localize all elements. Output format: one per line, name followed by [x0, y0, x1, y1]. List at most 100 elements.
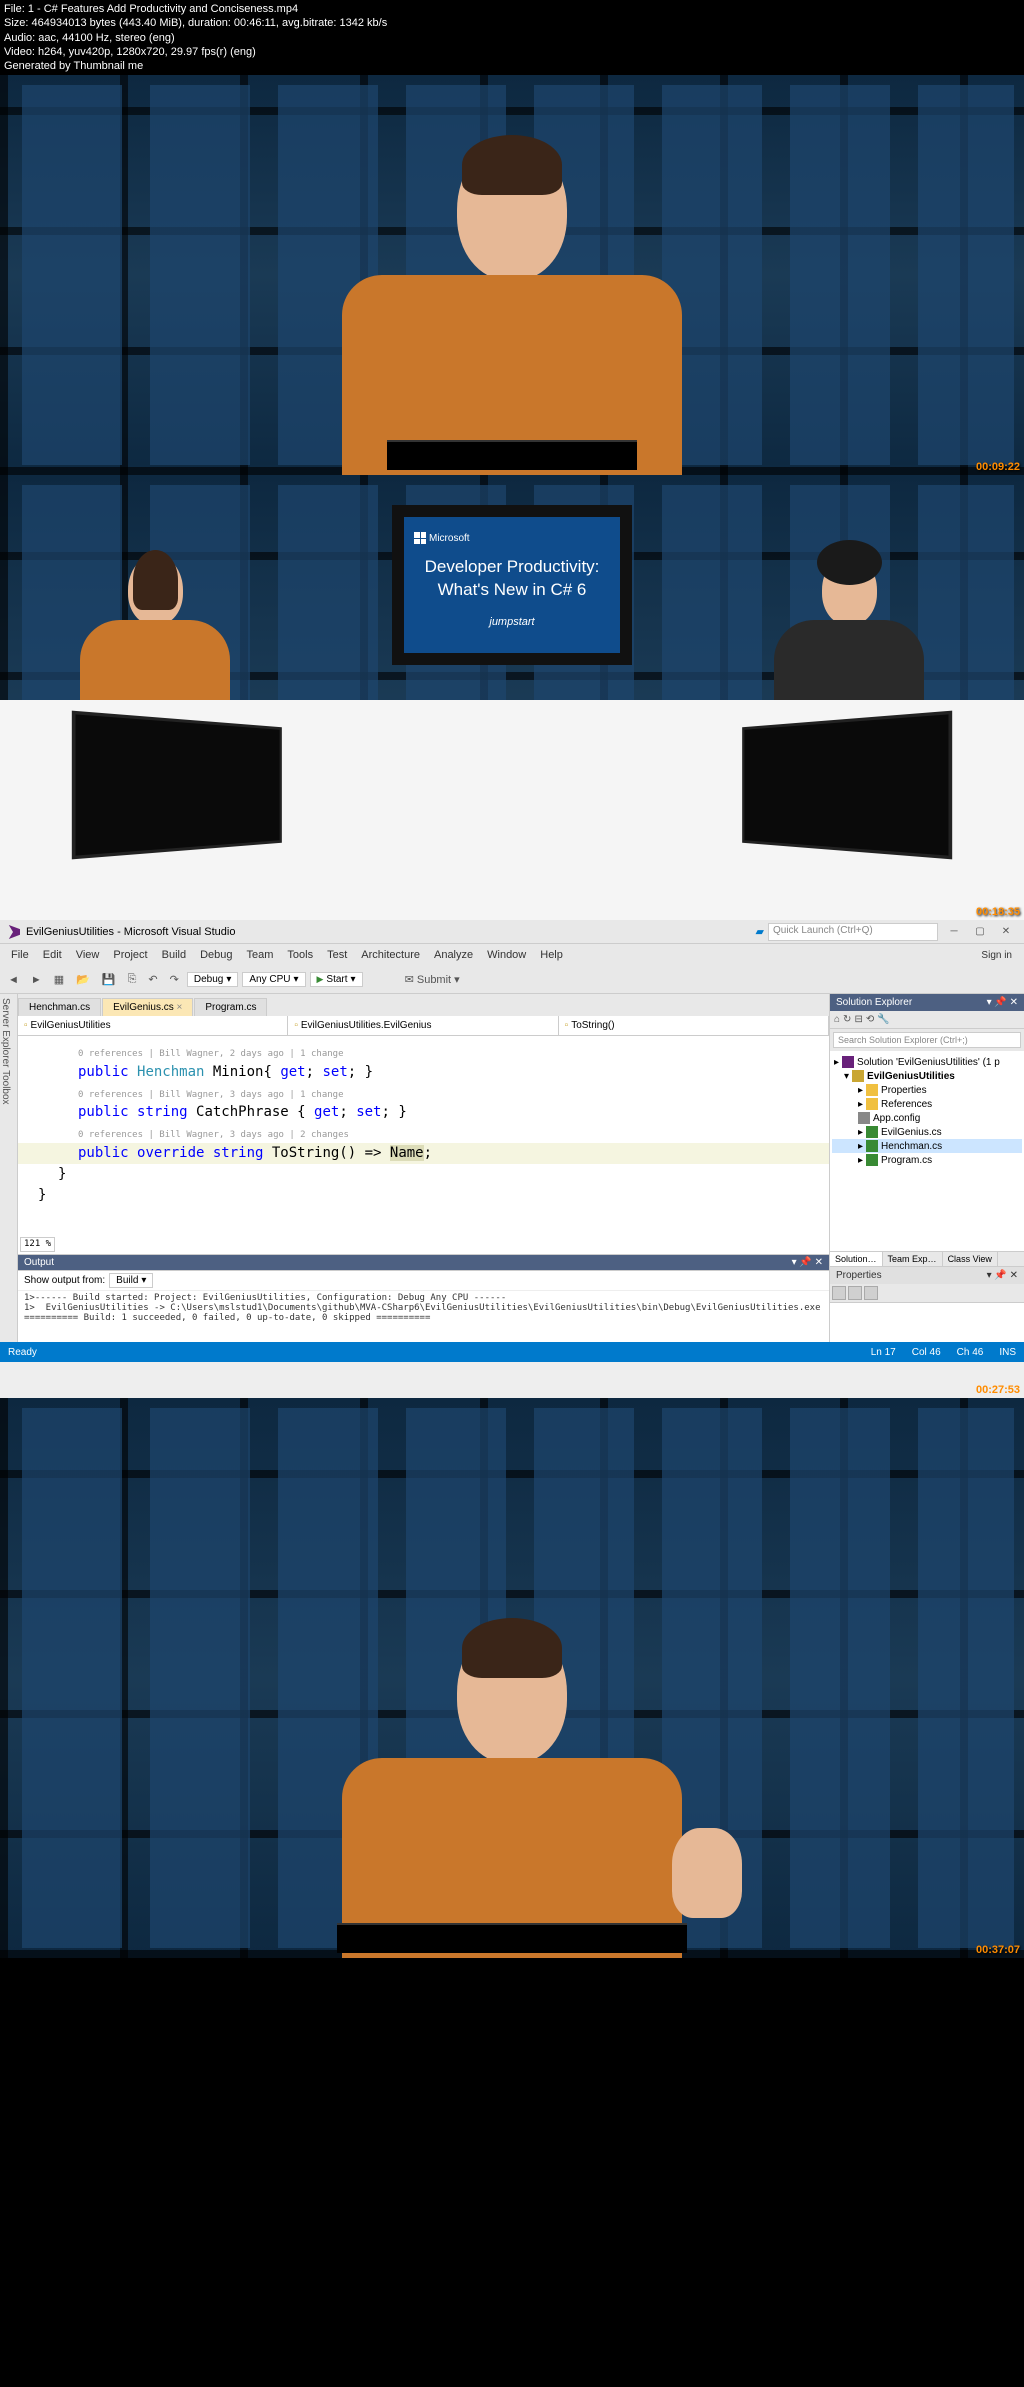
- tree-program-cs[interactable]: ▸Program.cs: [832, 1153, 1022, 1167]
- tree-project[interactable]: ▾EvilGeniusUtilities: [832, 1069, 1022, 1083]
- codelens-3[interactable]: 0 references | Bill Wagner, 3 days ago |…: [78, 1129, 809, 1143]
- document-tabs: Henchman.cs EvilGenius.cs Program.cs: [18, 994, 829, 1016]
- vs-statusbar: Ready Ln 17 Col 46 Ch 46 INS: [0, 1342, 1024, 1362]
- menu-project[interactable]: Project: [106, 947, 154, 963]
- output-title: Output: [24, 1257, 54, 1268]
- status-line: Ln 17: [871, 1347, 896, 1358]
- menu-help[interactable]: Help: [533, 947, 570, 963]
- meta-file: File: 1 - C# Features Add Productivity a…: [4, 2, 1020, 16]
- tree-properties[interactable]: ▸Properties: [832, 1083, 1022, 1097]
- notification-icon[interactable]: ▰: [756, 925, 764, 938]
- code-line-catchphrase: public string CatchPhrase { get; set; }: [78, 1102, 809, 1123]
- output-pin-icon[interactable]: ▾ 📌 ✕: [792, 1257, 823, 1268]
- editor-nav-bar: EvilGeniusUtilities EvilGeniusUtilities.…: [18, 1016, 829, 1036]
- open-file-button[interactable]: 📂: [72, 971, 94, 988]
- thumbnail-frame-1: 00:09:22: [0, 75, 1024, 475]
- nav-project-dropdown[interactable]: EvilGeniusUtilities: [18, 1016, 288, 1035]
- save-button[interactable]: 💾: [98, 971, 120, 988]
- left-tool-strip[interactable]: Server Explorer Toolbox: [0, 994, 18, 1342]
- new-project-button[interactable]: ▦: [50, 971, 68, 988]
- tab-solution-explorer[interactable]: Solution…: [830, 1252, 883, 1266]
- thumbnail-frame-4: 00:37:07: [0, 1398, 1024, 1958]
- undo-button[interactable]: ↶: [144, 971, 161, 988]
- menu-edit[interactable]: Edit: [36, 947, 69, 963]
- start-debug-button[interactable]: Start▾: [310, 972, 363, 987]
- output-source-dropdown[interactable]: Build ▾: [109, 1273, 153, 1288]
- sln-props-icon[interactable]: 🔧: [877, 1014, 889, 1025]
- vs-menubar: File Edit View Project Build Debug Team …: [0, 944, 1024, 966]
- menu-analyze[interactable]: Analyze: [427, 947, 480, 963]
- tab-evilgenius-active[interactable]: EvilGenius.cs: [102, 998, 193, 1016]
- solution-tree[interactable]: ▸Solution 'EvilGeniusUtilities' (1 p ▾Ev…: [830, 1051, 1024, 1251]
- menu-team[interactable]: Team: [240, 947, 281, 963]
- sln-home-icon[interactable]: ⌂: [834, 1014, 840, 1025]
- properties-body[interactable]: [830, 1302, 1024, 1342]
- properties-panel: Properties ▾ 📌 ✕: [830, 1266, 1024, 1342]
- presentation-footer: jumpstart: [414, 616, 610, 628]
- config-dropdown[interactable]: Debug▾: [187, 972, 239, 987]
- solution-explorer-header[interactable]: Solution Explorer ▾ 📌 ✕: [830, 994, 1024, 1011]
- menu-view[interactable]: View: [69, 947, 107, 963]
- menu-window[interactable]: Window: [480, 947, 533, 963]
- file-metadata: File: 1 - C# Features Add Productivity a…: [0, 0, 1024, 75]
- minimize-button[interactable]: ─: [942, 923, 966, 941]
- menu-architecture[interactable]: Architecture: [354, 947, 427, 963]
- codelens-1[interactable]: 0 references | Bill Wagner, 2 days ago |…: [78, 1048, 809, 1062]
- properties-title: Properties: [836, 1270, 882, 1281]
- output-text[interactable]: 1>------ Build started: Project: EvilGen…: [18, 1291, 829, 1342]
- menu-tools[interactable]: Tools: [280, 947, 320, 963]
- submit-button[interactable]: ✉ Submit ▾: [401, 971, 464, 988]
- code-editor[interactable]: 0 references | Bill Wagner, 2 days ago |…: [18, 1036, 829, 1254]
- presenter-figure: [342, 140, 682, 475]
- tab-class-view[interactable]: Class View: [943, 1252, 998, 1266]
- tree-references[interactable]: ▸References: [832, 1097, 1022, 1111]
- menu-items: File Edit View Project Build Debug Team …: [4, 947, 570, 963]
- tree-appconfig[interactable]: App.config: [832, 1111, 1022, 1125]
- code-brace-close-1: }: [58, 1164, 809, 1185]
- sign-in-link[interactable]: Sign in: [981, 950, 1020, 961]
- sln-collapse-icon[interactable]: ⊟: [854, 1014, 862, 1025]
- solution-search-input[interactable]: Search Solution Explorer (Ctrl+;): [833, 1032, 1021, 1048]
- save-all-button[interactable]: ⎘: [124, 971, 141, 988]
- zoom-level[interactable]: 121 %: [20, 1237, 55, 1253]
- right-panel-tabs: Solution… Team Exp… Class View: [830, 1251, 1024, 1266]
- desk-monitor-right: [742, 711, 952, 860]
- editor-area: Henchman.cs EvilGenius.cs Program.cs Evi…: [18, 994, 829, 1342]
- thumbnail-frame-3-visualstudio: EvilGeniusUtilities - Microsoft Visual S…: [0, 920, 1024, 1398]
- menu-test[interactable]: Test: [320, 947, 354, 963]
- properties-toolbar: [830, 1284, 1024, 1302]
- close-button[interactable]: ✕: [994, 923, 1018, 941]
- tree-henchman-cs[interactable]: ▸Henchman.cs: [832, 1139, 1022, 1153]
- sln-sync-icon[interactable]: ⟲: [866, 1014, 874, 1025]
- status-col: Col 46: [912, 1347, 941, 1358]
- vs-titlebar[interactable]: EvilGeniusUtilities - Microsoft Visual S…: [0, 920, 1024, 944]
- tab-team-explorer[interactable]: Team Exp…: [883, 1252, 943, 1266]
- desk-monitor-left: [72, 711, 282, 860]
- presentation-title-line2: What's New in C# 6: [414, 579, 610, 601]
- menu-file[interactable]: File: [4, 947, 36, 963]
- code-line-tostring: public override string ToString() => Nam…: [18, 1143, 829, 1164]
- frame-timestamp: 00:27:53: [976, 1384, 1020, 1396]
- thumbnail-frame-2: Microsoft Developer Productivity: What's…: [0, 475, 1024, 920]
- menu-build[interactable]: Build: [155, 947, 193, 963]
- window-title: EvilGeniusUtilities - Microsoft Visual S…: [26, 926, 235, 938]
- redo-button[interactable]: ↷: [166, 971, 183, 988]
- tree-solution-root[interactable]: ▸Solution 'EvilGeniusUtilities' (1 p: [832, 1055, 1022, 1069]
- nav-back-button[interactable]: ◄: [4, 972, 23, 988]
- tree-evilgenius-cs[interactable]: ▸EvilGenius.cs: [832, 1125, 1022, 1139]
- platform-dropdown[interactable]: Any CPU▾: [242, 972, 305, 987]
- nav-class-dropdown[interactable]: EvilGeniusUtilities.EvilGenius: [288, 1016, 558, 1035]
- tab-henchman[interactable]: Henchman.cs: [18, 998, 101, 1016]
- codelens-2[interactable]: 0 references | Bill Wagner, 3 days ago |…: [78, 1089, 809, 1103]
- meta-video: Video: h264, yuv420p, 1280x720, 29.97 fp…: [4, 45, 1020, 59]
- presenter-figure: [342, 1623, 682, 1958]
- quick-launch-input[interactable]: Quick Launch (Ctrl+Q): [768, 923, 938, 941]
- maximize-button[interactable]: ▢: [968, 923, 992, 941]
- sln-refresh-icon[interactable]: ↻: [843, 1014, 851, 1025]
- nav-member-dropdown[interactable]: ToString(): [559, 1016, 829, 1035]
- tab-program[interactable]: Program.cs: [194, 998, 267, 1016]
- properties-pin-icon[interactable]: ▾ 📌 ✕: [987, 1270, 1018, 1281]
- menu-debug[interactable]: Debug: [193, 947, 239, 963]
- code-brace-close-2: }: [38, 1185, 809, 1206]
- nav-forward-button[interactable]: ►: [27, 972, 46, 988]
